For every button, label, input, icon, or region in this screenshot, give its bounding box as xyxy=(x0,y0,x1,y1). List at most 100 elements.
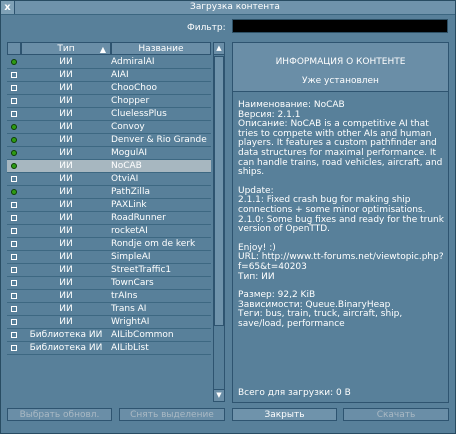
list-item-type: ИИ xyxy=(59,174,73,184)
list-item-name: AIAI xyxy=(111,70,129,80)
list-item-type: Библиотека ИИ xyxy=(29,330,103,340)
list-item[interactable]: ИИ Chopper xyxy=(7,95,211,108)
installed-status-icon[interactable] xyxy=(11,189,17,195)
not-installed-checkbox-icon[interactable] xyxy=(11,293,17,299)
list-item-type: ИИ xyxy=(59,161,73,171)
close-window-button[interactable]: x xyxy=(1,1,15,14)
list-item-type: ИИ xyxy=(59,83,73,93)
installed-status-icon[interactable] xyxy=(11,163,17,169)
list-item-name: StreetTraffic1 xyxy=(111,265,172,275)
list-item-name: Convoy xyxy=(111,122,145,132)
list-item-type: ИИ xyxy=(59,291,73,301)
installed-status-icon[interactable] xyxy=(11,124,17,130)
not-installed-checkbox-icon[interactable] xyxy=(11,319,17,325)
list-item[interactable]: ИИ CluelessPlus xyxy=(7,108,211,121)
list-item[interactable]: ИИ Rondje om de kerk xyxy=(7,238,211,251)
scroll-up-icon[interactable]: ▲ xyxy=(214,43,224,55)
not-installed-checkbox-icon[interactable] xyxy=(11,202,17,208)
list-item[interactable]: ИИ TownCars xyxy=(7,277,211,290)
list-item-name: Trans AI xyxy=(111,304,147,314)
content-list[interactable]: ИИ AdmiralAI ИИ AIAI ИИ ChooChoo ИИ Chopper ИИ Cl… xyxy=(7,56,211,401)
list-item[interactable]: ИИ rocketAI xyxy=(7,225,211,238)
list-item[interactable]: ИИ SimpleAI xyxy=(7,251,211,264)
not-installed-checkbox-icon[interactable] xyxy=(11,254,17,260)
list-item[interactable]: ИИ PAXLink xyxy=(7,199,211,212)
not-installed-checkbox-icon[interactable] xyxy=(11,228,17,234)
list-item-type: ИИ xyxy=(59,122,73,132)
list-item[interactable]: ИИ MogulAI xyxy=(7,147,211,160)
close-button[interactable]: Закрыть xyxy=(232,408,337,421)
column-header-name[interactable]: Название xyxy=(111,42,211,55)
list-item-name: AdmiralAI xyxy=(111,57,155,67)
window-title: Загрузка контента xyxy=(190,2,280,12)
list-item-type: ИИ xyxy=(59,57,73,67)
list-item[interactable]: ИИ PathZilla xyxy=(7,186,211,199)
scroll-down-icon[interactable]: ▼ xyxy=(214,389,224,401)
list-item[interactable]: ИИ ChooChoo xyxy=(7,82,211,95)
not-installed-checkbox-icon[interactable] xyxy=(11,267,17,273)
list-item[interactable]: ИИ StreetTraffic1 xyxy=(7,264,211,277)
not-installed-checkbox-icon[interactable] xyxy=(11,72,17,78)
list-item-name: AILibList xyxy=(111,343,149,353)
not-installed-checkbox-icon[interactable] xyxy=(11,98,17,104)
content-download-window: x Загрузка контента Фильтр: Тип ▲ Назван… xyxy=(0,0,456,434)
list-item-name: SimpleAI xyxy=(111,252,151,262)
list-item-type: ИИ xyxy=(59,226,73,236)
not-installed-checkbox-icon[interactable] xyxy=(11,345,17,351)
sort-ascending-icon: ▲ xyxy=(99,45,106,54)
not-installed-checkbox-icon[interactable] xyxy=(11,111,17,117)
list-item-type: ИИ xyxy=(59,148,73,158)
list-item[interactable]: ИИ AdmiralAI xyxy=(7,56,211,69)
list-item[interactable]: ИИ Convoy xyxy=(7,121,211,134)
deselect-all-button[interactable]: Снять выделение xyxy=(119,408,225,421)
list-item[interactable]: ИИ RoadRunner xyxy=(7,212,211,225)
info-header: ИНФОРМАЦИЯ О КОНТЕНТЕ Уже установлен xyxy=(233,43,448,92)
filter-input[interactable] xyxy=(232,19,448,33)
list-item[interactable]: ИИ Trans AI xyxy=(7,303,211,316)
list-item-type: ИИ xyxy=(59,278,73,288)
list-item-name: RoadRunner xyxy=(111,213,166,223)
installed-status-icon[interactable] xyxy=(11,137,17,143)
scrollbar-thumb[interactable] xyxy=(214,56,224,326)
download-button[interactable]: Скачать xyxy=(343,408,449,421)
content-info-panel: ИНФОРМАЦИЯ О КОНТЕНТЕ Уже установлен Наи… xyxy=(232,42,449,403)
list-item-type: ИИ xyxy=(59,135,73,145)
list-item-type: ИИ xyxy=(59,265,73,275)
not-installed-checkbox-icon[interactable] xyxy=(11,280,17,286)
title-bar[interactable]: x Загрузка контента xyxy=(1,1,455,15)
list-item-type: ИИ xyxy=(59,200,73,210)
list-item-type: Библиотека ИИ xyxy=(29,343,103,353)
list-item-name: OtviAI xyxy=(111,174,139,184)
info-details-main: Наименование: NoCAB Версия: 2.1.1 Описан… xyxy=(238,100,443,178)
list-item-name: TownCars xyxy=(111,278,154,288)
column-header-status[interactable] xyxy=(7,42,21,55)
list-item[interactable]: ИИ WrightAI xyxy=(7,316,211,329)
not-installed-checkbox-icon[interactable] xyxy=(11,85,17,91)
not-installed-checkbox-icon[interactable] xyxy=(11,176,17,182)
list-item-name: rocketAI xyxy=(111,226,148,236)
list-item[interactable]: Библиотека ИИ AILibCommon xyxy=(7,329,211,342)
list-item-name: PathZilla xyxy=(111,187,150,197)
list-item[interactable]: ИИ NoCAB xyxy=(7,160,211,173)
list-item-name: CluelessPlus xyxy=(111,109,167,119)
list-item-name: Denver & Rio Grande xyxy=(111,135,207,145)
column-header-type[interactable]: Тип ▲ xyxy=(21,42,111,55)
installed-status-icon[interactable] xyxy=(11,59,17,65)
not-installed-checkbox-icon[interactable] xyxy=(11,241,17,247)
not-installed-checkbox-icon[interactable] xyxy=(11,215,17,221)
installed-status-icon[interactable] xyxy=(11,150,17,156)
not-installed-checkbox-icon[interactable] xyxy=(11,332,17,338)
list-item-name: WrightAI xyxy=(111,317,150,327)
list-item-type: ИИ xyxy=(59,96,73,106)
list-item[interactable]: Библиотека ИИ AILibList xyxy=(7,342,211,355)
content-list-panel: Тип ▲ Название ИИ AdmiralAI ИИ AIAI ИИ ChooCh… xyxy=(7,42,225,403)
list-item[interactable]: ИИ OtviAI xyxy=(7,173,211,186)
list-item[interactable]: ИИ AIAI xyxy=(7,69,211,82)
list-item[interactable]: ИИ Denver & Rio Grande xyxy=(7,134,211,147)
list-item-name: PAXLink xyxy=(111,200,147,210)
list-item-type: ИИ xyxy=(59,213,73,223)
not-installed-checkbox-icon[interactable] xyxy=(11,306,17,312)
select-updates-button[interactable]: Выбрать обновл. xyxy=(7,408,112,421)
list-scrollbar[interactable]: ▲ ▼ xyxy=(213,42,225,402)
list-item[interactable]: ИИ trAIns xyxy=(7,290,211,303)
